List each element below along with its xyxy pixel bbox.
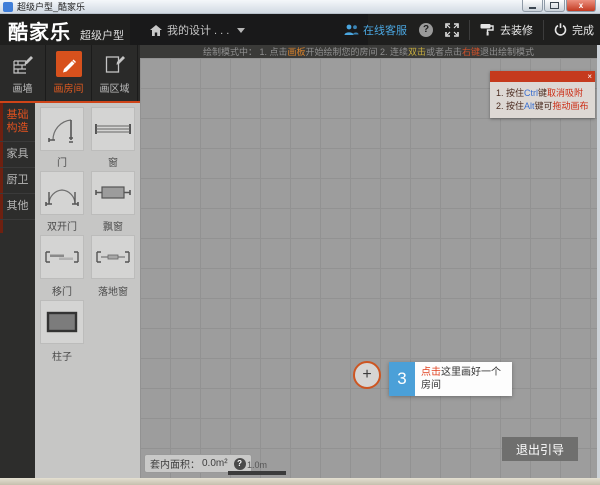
drawing-mode-hintbar: 绘制模式中： 1. 点击画板开始绘制您的房间 2. 连续双击或者点击右键退出绘制… <box>140 45 597 58</box>
online-service-label: 在线客服 <box>363 22 407 38</box>
pillar-icon <box>45 310 79 334</box>
power-icon <box>554 23 567 36</box>
window-title: 超级户型_酷家乐 <box>17 0 85 14</box>
notification-line: 1. 按住Ctrl键取消吸附 <box>496 87 589 100</box>
decorate-label: 去装修 <box>500 22 533 38</box>
double-door-icon <box>44 178 80 208</box>
draw-toolbar: 画墙 画房间 画区域 <box>0 45 140 101</box>
guide-tooltip: 3 点击这里画好一个房间 <box>389 362 512 396</box>
tab-furniture[interactable]: 家具 <box>0 142 35 168</box>
plus-icon: + <box>362 366 371 384</box>
library-item-label: 移门 <box>39 283 85 298</box>
app-icon <box>3 2 13 12</box>
tool-label: 画墙 <box>13 80 33 95</box>
sliding-door-icon <box>43 249 81 265</box>
draw-area-icon <box>102 51 128 77</box>
library-item-sliding-door[interactable] <box>40 235 84 279</box>
home-icon <box>150 25 162 36</box>
close-button[interactable]: x <box>566 0 596 12</box>
paint-roller-icon <box>480 23 495 36</box>
tool-draw-room[interactable]: 画房间 <box>46 45 92 101</box>
app-header: 酷家乐 超级户型 我的设计 . . . 在线客服 ? <box>0 14 600 45</box>
guide-step-badge: 3 <box>389 362 415 396</box>
guide-tooltip-text: 点击这里画好一个房间 <box>415 362 512 396</box>
drawing-canvas[interactable]: × 1. 按住Ctrl键取消吸附 2. 按住Alt键可拖动画布 + 3 点击这里… <box>140 58 597 478</box>
library-item-window[interactable] <box>91 107 135 151</box>
hint-text: 或者点击 <box>426 45 462 58</box>
library-item-label: 窗 <box>90 154 136 169</box>
library-item-pillar[interactable] <box>40 300 84 344</box>
hint-highlight: 右键 <box>462 45 480 58</box>
header-divider <box>469 20 470 40</box>
finish-button[interactable]: 完成 <box>554 22 594 38</box>
scale-label: 1.0m <box>228 460 286 470</box>
minimize-icon <box>529 7 536 9</box>
tab-kitchen-bath[interactable]: 厨卫 <box>0 168 35 194</box>
area-label: 套内面积： <box>150 456 200 471</box>
library-item-floor-window[interactable] <box>91 235 135 279</box>
help-button[interactable]: ? <box>419 23 433 37</box>
library-item-label: 门 <box>39 154 85 169</box>
scale-ruler: 1.0m <box>228 460 286 475</box>
library-item-label: 柱子 <box>39 348 85 363</box>
library-item-double-door[interactable] <box>40 171 84 215</box>
bay-window-icon <box>94 182 132 204</box>
library-item-door[interactable] <box>40 107 84 151</box>
door-icon <box>44 111 80 147</box>
category-tabstrip: 基础构造 家具 厨卫 其他 <box>0 103 35 478</box>
notification-line: 2. 按住Alt键可拖动画布 <box>496 100 589 113</box>
accent-underline <box>0 101 140 103</box>
tab-other[interactable]: 其他 <box>0 194 35 220</box>
library-item-label: 飘窗 <box>90 218 136 233</box>
my-design-menu[interactable]: 我的设计 . . . <box>150 22 245 38</box>
online-service-button[interactable]: 在线客服 <box>344 22 407 38</box>
draw-room-icon <box>56 51 82 77</box>
shortcut-notification: × 1. 按住Ctrl键取消吸附 2. 按住Alt键可拖动画布 <box>490 71 595 118</box>
hint-text: 退出绘制模式 <box>480 45 534 58</box>
minimize-button[interactable] <box>522 0 543 12</box>
tab-basic-structure[interactable]: 基础构造 <box>0 103 35 142</box>
draw-room-start-target[interactable]: + <box>353 361 381 389</box>
exit-guide-button[interactable]: 退出引导 <box>502 437 578 461</box>
item-library-panel: 门 窗 双开门 飘窗 移门 落地窗 柱子 <box>35 103 140 478</box>
window-titlebar: 超级户型_酷家乐 x <box>0 0 600 14</box>
tool-draw-wall[interactable]: 画墙 <box>0 45 46 101</box>
floor-window-icon <box>94 249 132 265</box>
notification-close-icon[interactable]: × <box>587 71 592 82</box>
my-design-label: 我的设计 . . . <box>167 22 229 38</box>
finish-label: 完成 <box>572 22 594 38</box>
hint-highlight: 双击 <box>408 45 426 58</box>
maximize-button[interactable] <box>544 0 565 12</box>
tool-label: 画区域 <box>100 80 130 95</box>
header-divider <box>543 20 544 40</box>
tool-label: 画房间 <box>54 80 84 95</box>
people-icon <box>344 24 359 35</box>
window-bottom-border <box>0 478 600 485</box>
area-value: 0.0m² <box>202 458 228 469</box>
fullscreen-button[interactable] <box>445 23 459 37</box>
hint-highlight: 画板 <box>287 45 305 58</box>
scale-bar <box>228 471 286 475</box>
hint-text: 开始绘制您的房间 2. 连续 <box>305 45 408 58</box>
library-item-label: 落地窗 <box>90 283 136 298</box>
notification-body: 1. 按住Ctrl键取消吸附 2. 按住Alt键可拖动画布 <box>490 82 595 118</box>
chevron-down-icon <box>237 28 245 33</box>
app-logo-subtitle: 超级户型 <box>80 27 124 43</box>
maximize-icon <box>550 2 559 9</box>
app-window: 超级户型_酷家乐 x 酷家乐 超级户型 我的设计 . . . 在线客服 ? <box>0 0 600 485</box>
window-icon <box>94 122 132 136</box>
hint-text: 绘制模式中： 1. 点击 <box>203 45 288 58</box>
draw-wall-icon <box>10 51 36 77</box>
fullscreen-icon <box>445 23 459 37</box>
library-item-bay-window[interactable] <box>91 171 135 215</box>
decorate-button[interactable]: 去装修 <box>480 22 533 38</box>
library-item-label: 双开门 <box>39 218 85 233</box>
notification-header: × <box>490 71 595 82</box>
app-logo: 酷家乐 <box>8 16 71 45</box>
tool-draw-area[interactable]: 画区域 <box>92 45 138 101</box>
